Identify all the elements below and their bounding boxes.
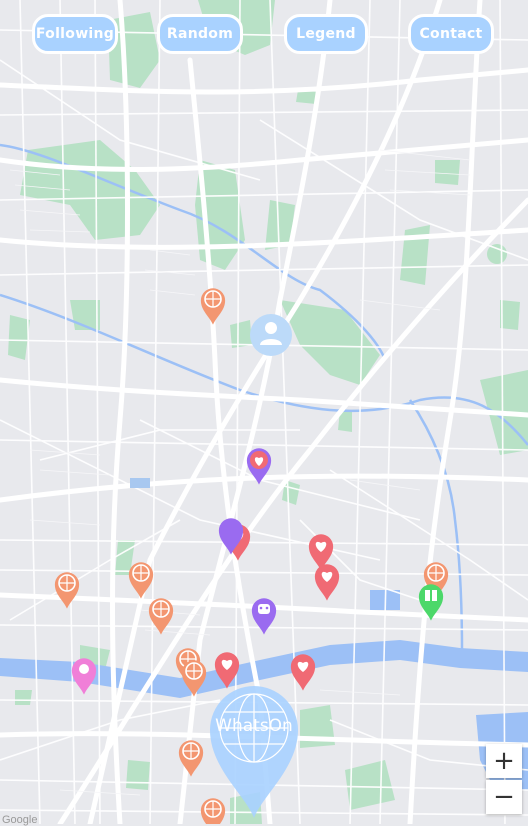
random-button[interactable]: Random	[157, 14, 243, 54]
whatson-logo-text: WhatsOn	[215, 716, 293, 736]
sport-marker[interactable]	[200, 798, 226, 824]
sport-marker[interactable]	[200, 288, 226, 325]
contact-button[interactable]: Contact	[408, 14, 494, 54]
sport-marker[interactable]	[178, 740, 204, 777]
heart-marker-purple[interactable]	[246, 448, 272, 485]
theatre-marker[interactable]	[251, 598, 277, 635]
following-button[interactable]: Following	[32, 14, 118, 54]
sport-marker[interactable]	[54, 572, 80, 609]
sport-marker[interactable]	[148, 598, 174, 635]
book-marker[interactable]	[418, 584, 444, 621]
sport-marker[interactable]	[128, 562, 154, 599]
sport-marker[interactable]	[181, 660, 207, 697]
zoom-out-button[interactable]: −	[486, 780, 522, 814]
google-attribution: Google	[2, 814, 38, 826]
legend-button[interactable]: Legend	[284, 14, 368, 54]
zoom-in-button[interactable]: +	[486, 744, 522, 778]
heart-marker[interactable]	[214, 652, 240, 689]
heart-marker[interactable]	[290, 654, 316, 691]
music-marker[interactable]	[71, 658, 97, 695]
whatson-logo-pin[interactable]	[210, 686, 298, 818]
heart-marker[interactable]	[314, 564, 340, 601]
